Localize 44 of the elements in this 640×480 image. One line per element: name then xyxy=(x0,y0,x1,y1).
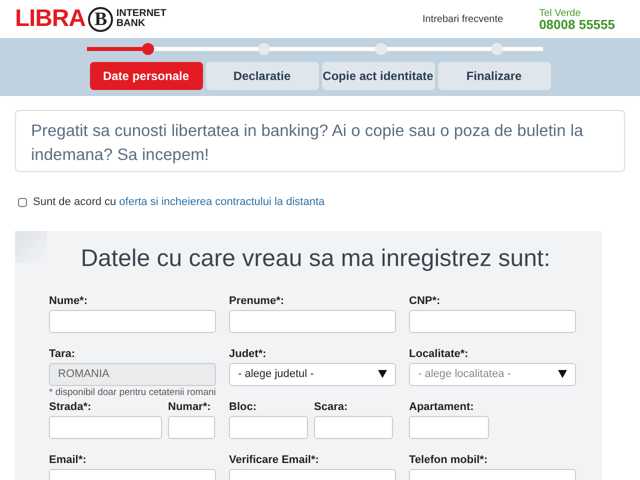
logo-word: LIBRA xyxy=(15,7,86,31)
hotline-label: Tel Verde xyxy=(539,8,582,19)
field-label: Strada*: xyxy=(49,400,92,414)
step-tab[interactable]: Date personale xyxy=(90,62,202,90)
step-tab[interactable]: Declaratie xyxy=(206,62,318,90)
consent-text: Sunt de acord cu xyxy=(33,195,116,210)
text-field[interactable] xyxy=(49,416,162,438)
text-field[interactable] xyxy=(229,310,396,332)
faq-link[interactable]: Intrebari frecvente xyxy=(422,12,504,26)
text-field[interactable] xyxy=(314,416,393,438)
field-label: Apartament: xyxy=(409,400,475,414)
field-label: Judet*: xyxy=(229,346,268,360)
dropdown-arrow-icon xyxy=(378,370,387,378)
field-label: CNP*: xyxy=(409,294,442,308)
field-label: Numar*: xyxy=(168,400,212,414)
text-field[interactable] xyxy=(409,416,489,438)
step-tab[interactable]: Copie act identitate xyxy=(322,62,434,90)
text-field[interactable] xyxy=(49,310,216,332)
consent-link[interactable]: oferta si incheierea contractului la distanta xyxy=(119,194,325,210)
step-tab[interactable]: Finalizare xyxy=(438,62,550,90)
logo-subtitle: INTERNET xyxy=(116,9,166,19)
consent-checkbox[interactable] xyxy=(18,198,27,207)
field-label: Bloc: xyxy=(229,400,258,414)
dropdown-arrow-icon xyxy=(558,370,567,378)
logo-subtitle: BANK xyxy=(116,19,146,29)
field-label: Verificare Email*: xyxy=(229,452,320,466)
field-label: Email*: xyxy=(49,452,88,466)
dropdown[interactable]: - alege judetul - xyxy=(229,362,396,386)
field-label: Prenume*: xyxy=(229,294,286,308)
hotline-number: 08008 55555 xyxy=(539,19,615,30)
form-title: Datele cu care vreau sa ma inregistrez sunt: xyxy=(80,244,552,274)
corner-decoration xyxy=(15,230,47,262)
field-label: Nume*: xyxy=(49,294,89,308)
intro-message: Pregatit sa cunosti libertatea in banking? Ai o copie sau o poza de buletin la indemana? Sa incepem! xyxy=(15,110,625,172)
text-field[interactable] xyxy=(229,416,308,438)
field-label: Scara: xyxy=(314,400,349,414)
field-label: Telefon mobil*: xyxy=(409,452,489,466)
text-field[interactable] xyxy=(409,310,576,332)
text-field[interactable] xyxy=(168,416,215,438)
field-label: Localitate*: xyxy=(409,346,470,360)
logo-emblem: B xyxy=(88,6,114,32)
field-label: Tara: xyxy=(49,346,76,360)
field-note: * disponibil doar pentru cetatenii romani xyxy=(49,386,216,398)
country-field[interactable]: ROMANIA xyxy=(49,362,216,386)
